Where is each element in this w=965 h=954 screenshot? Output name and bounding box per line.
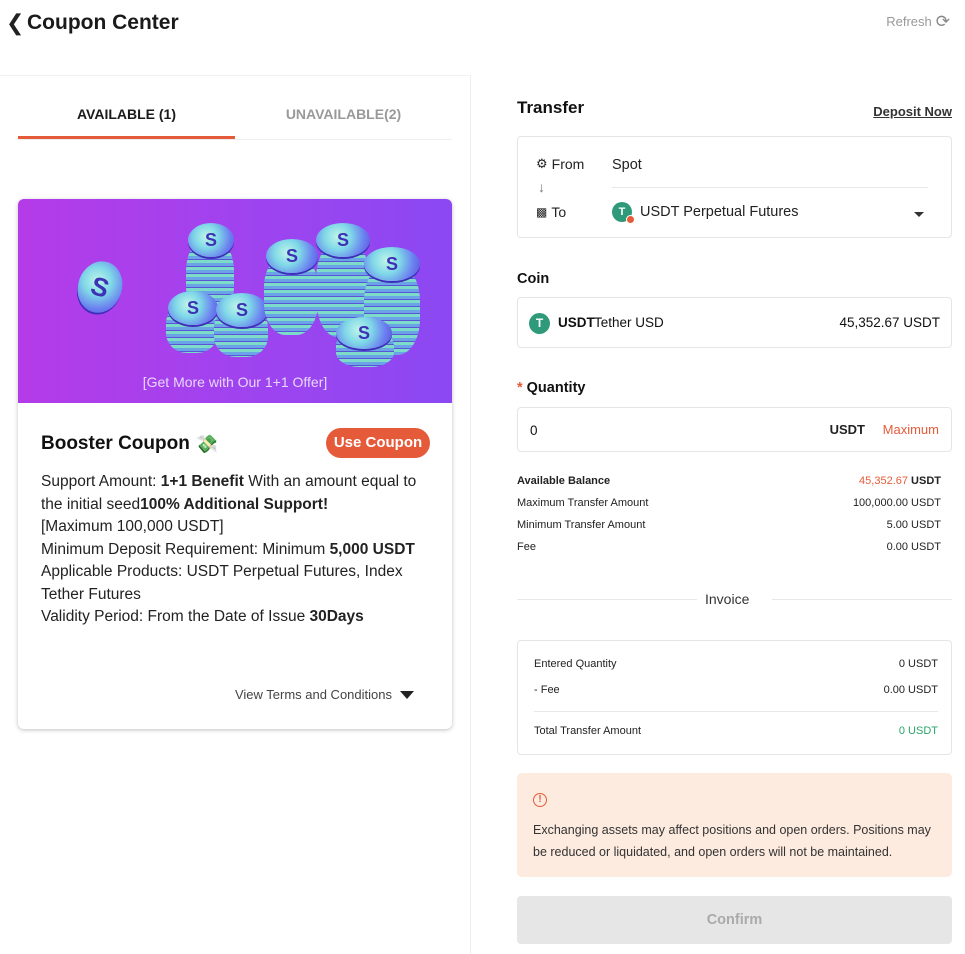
invoice-divider-right xyxy=(772,599,952,600)
maximum-button[interactable]: Maximum xyxy=(883,422,939,437)
quantity-label: * Quantity xyxy=(517,380,585,396)
warning-notice: ! Exchanging assets may affect positions… xyxy=(517,773,952,877)
warning-circle-icon: ! xyxy=(533,793,547,807)
max-transfer-label: Maximum Transfer Amount xyxy=(517,497,649,509)
validity-label: Validity Period: From the Date of Issue xyxy=(41,608,310,625)
tab-available[interactable]: AVAILABLE (1) xyxy=(18,106,235,122)
invoice-title: Invoice xyxy=(705,591,750,607)
available-balance-label: Available Balance xyxy=(517,475,611,487)
banner-offer-text: [Get More with Our 1+1 Offer] xyxy=(142,374,328,390)
to-value: USDT Perpetual Futures xyxy=(640,203,799,220)
transfer-direction-box: ⚙ From Spot ↓ ▩ To T USDT Perpetual Futur… xyxy=(517,136,952,238)
use-coupon-button[interactable]: Use Coupon xyxy=(326,428,430,458)
usdt-futures-logo-icon: T xyxy=(612,202,635,224)
coin-illustration-icon: S xyxy=(266,239,318,273)
max-transfer-row: Maximum Transfer Amount 100,000.00 USDT xyxy=(517,497,941,513)
coupon-title: Booster Coupon 💸 xyxy=(41,433,218,455)
validity-value: 30Days xyxy=(309,608,364,625)
coin-illustration-icon: S xyxy=(168,291,218,325)
fee-row: Fee 0.00 USDT xyxy=(517,541,941,557)
support-amount-value: 1+1 Benefit xyxy=(160,473,244,490)
coin-illustration-icon: S xyxy=(188,223,234,257)
usdt-logo-icon: T xyxy=(529,313,550,334)
entered-quantity-value: 0 USDT xyxy=(898,658,938,670)
coin-illustration-icon: S xyxy=(216,293,268,327)
warning-text: Exchanging assets may affect positions a… xyxy=(533,823,931,859)
deposit-now-link[interactable]: Deposit Now xyxy=(873,104,952,119)
coin-balance: 45,352.67 USDT xyxy=(839,315,940,330)
view-terms-toggle[interactable]: View Terms and Conditions xyxy=(235,687,414,702)
entered-quantity-label: Entered Quantity xyxy=(534,658,617,670)
total-transfer-label: Total Transfer Amount xyxy=(534,725,641,737)
invoice-separator xyxy=(534,711,938,712)
money-wings-icon: 💸 xyxy=(195,433,219,454)
coupon-tabs: AVAILABLE (1) UNAVAILABLE(2) xyxy=(18,96,452,140)
min-transfer-label: Minimum Transfer Amount xyxy=(517,519,646,531)
coin-name: Tether USD xyxy=(594,315,664,330)
back-chevron-icon[interactable]: ❮ xyxy=(6,10,24,36)
coupon-details: Booster Coupon 💸 Use Coupon Support Amou… xyxy=(18,403,452,729)
arrow-down-icon: ↓ xyxy=(538,179,545,195)
refresh-button[interactable]: Refresh ⟳ xyxy=(886,13,950,30)
transfer-separator xyxy=(612,187,928,188)
quantity-input[interactable] xyxy=(530,420,780,440)
support-amount-label: Support Amount: xyxy=(41,473,161,490)
quantity-label-text: Quantity xyxy=(526,380,586,396)
terms-label: View Terms and Conditions xyxy=(234,687,392,702)
required-mark: * xyxy=(517,380,523,396)
futures-wallet-icon: ▩ xyxy=(536,205,548,219)
available-balance-unit: USDT xyxy=(911,475,941,487)
min-transfer-value: 5.00 USDT xyxy=(886,519,941,531)
refresh-icon: ⟳ xyxy=(935,12,950,31)
from-label: From xyxy=(551,156,585,172)
quantity-unit: USDT xyxy=(829,422,865,437)
panel-divider xyxy=(470,75,471,954)
transfer-title: Transfer xyxy=(517,98,585,117)
from-label-group: ⚙ From xyxy=(536,156,584,172)
additional-support-text: 100% Additional Support! xyxy=(140,495,329,513)
wallet-icon: ⚙ xyxy=(536,156,548,171)
top-divider xyxy=(0,75,470,76)
to-label: To xyxy=(551,204,567,220)
available-balance-amount: 45,352.67 xyxy=(859,475,908,487)
coin-illustration-icon: S xyxy=(336,317,392,349)
quantity-field: USDT Maximum xyxy=(517,407,952,452)
applicable-products: Applicable Products: USDT Perpetual Futu… xyxy=(41,563,403,603)
coin-symbol: USDT xyxy=(558,315,595,330)
coin-select[interactable]: T USDT Tether USD 45,352.67 USDT xyxy=(517,297,952,348)
min-deposit-value: 5,000 USDT xyxy=(329,540,415,558)
coin-illustration-icon: S xyxy=(364,247,420,281)
coin-label: Coin xyxy=(517,271,550,287)
to-label-group: ▩ To xyxy=(536,204,566,220)
min-deposit-label: Minimum Deposit Requirement: Minimum xyxy=(41,540,330,558)
confirm-button[interactable]: Confirm xyxy=(517,896,952,944)
coupon-description: Support Amount: 1+1 Benefit With an amou… xyxy=(41,471,433,629)
fee-value: 0.00 USDT xyxy=(886,541,941,553)
coupon-card: S S S S S S S S [Get More with Our 1+1 O… xyxy=(18,199,452,729)
page-title: Coupon Center xyxy=(27,11,179,34)
from-value: Spot xyxy=(612,157,642,173)
caret-down-icon xyxy=(400,690,414,699)
fee-label: Fee xyxy=(517,541,536,553)
total-transfer-value: 0 USDT xyxy=(898,725,938,737)
page-header: ❮ Coupon Center Refresh ⟳ xyxy=(0,0,965,48)
coupon-name-text: Booster Coupon xyxy=(41,433,190,454)
to-account-select[interactable]: T USDT Perpetual Futures xyxy=(612,202,799,224)
support-maximum: [Maximum 100,000 USDT] xyxy=(41,518,224,535)
invoice-fee-value: 0.00 USDT xyxy=(883,684,938,696)
invoice-divider-left xyxy=(517,599,697,600)
invoice-fee-label: - Fee xyxy=(534,684,560,696)
refresh-label: Refresh xyxy=(886,14,932,29)
active-tab-indicator xyxy=(18,136,235,139)
max-transfer-value: 100,000.00 USDT xyxy=(852,497,941,509)
chevron-down-icon[interactable] xyxy=(914,212,924,217)
coupon-banner: S S S S S S S S [Get More with Our 1+1 O… xyxy=(18,199,452,403)
min-transfer-row: Minimum Transfer Amount 5.00 USDT xyxy=(517,519,941,535)
invoice-box: Entered Quantity 0 USDT - Fee 0.00 USDT … xyxy=(517,640,952,755)
coin-illustration-icon: S xyxy=(316,223,370,257)
coin-illustration-icon: S xyxy=(71,255,129,319)
available-balance-value: 45,352.67 USDT xyxy=(859,475,941,487)
available-balance-row: Available Balance 45,352.67 USDT xyxy=(517,475,941,491)
tab-unavailable[interactable]: UNAVAILABLE(2) xyxy=(235,106,452,122)
